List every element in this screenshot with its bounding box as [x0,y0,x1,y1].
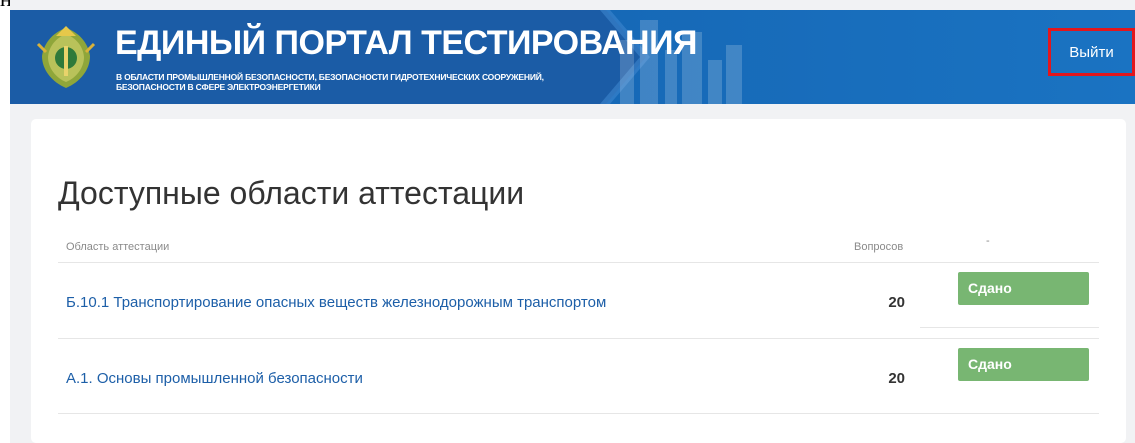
page-title: Доступные области аттестации [58,175,525,211]
questions-count: 20 [888,294,905,311]
status-badge: Сдано [958,348,1089,381]
row-divider [920,327,1099,328]
site-header: ЕДИНЫЙ ПОРТАЛ ТЕСТИРОВАНИЯ В ОБЛАСТИ ПРО… [10,10,1135,104]
status-badge: Сдано [958,272,1089,305]
attestation-area-link[interactable]: Б.10.1 Транспортирование опасных веществ… [66,294,606,311]
emblem-icon [36,26,96,88]
attestation-area-link[interactable]: А.1. Основы промышленной безопасности [66,370,363,387]
portal-subtitle: В ОБЛАСТИ ПРОМЫШЛЕННОЙ БЕЗОПАСНОСТИ, БЕЗ… [116,72,544,92]
table-row: А.1. Основы промышленной безопасности 20… [58,339,1099,414]
questions-count: 20 [888,370,905,387]
column-header-questions: Вопросов [854,241,904,253]
column-header-status: - [986,235,990,247]
column-header-area: Область аттестации [66,241,170,253]
content-card: Доступные области аттестации Область атт… [31,119,1126,443]
portal-title: ЕДИНЫЙ ПОРТАЛ ТЕСТИРОВАНИЯ [115,24,697,62]
table-header: Область аттестации Вопросов - [58,229,1099,263]
table-row: Б.10.1 Транспортирование опасных веществ… [58,264,1099,339]
logout-button[interactable]: Выйти [1048,28,1135,76]
